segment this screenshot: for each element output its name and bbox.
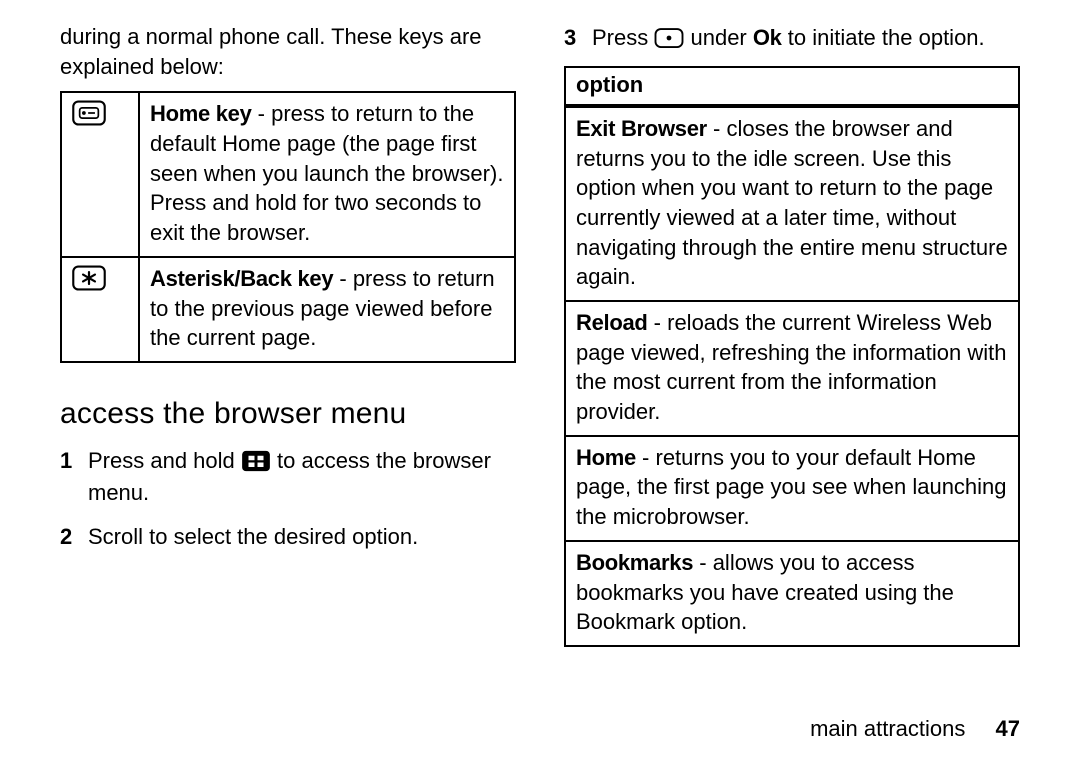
page-number: 47 <box>996 716 1020 741</box>
key-label: Home key <box>150 101 252 126</box>
step-pre: Press and hold <box>88 448 241 473</box>
table-row: Reload - reloads the current Wireless We… <box>565 301 1019 436</box>
option-label: Home <box>576 445 636 470</box>
home-key-icon-cell <box>61 92 139 256</box>
option-label: Reload <box>576 310 648 335</box>
page-footer: main attractions 47 <box>810 716 1020 742</box>
step-number: 3 <box>564 22 592 54</box>
home-key-desc: Home key - press to return to the defaul… <box>139 92 515 256</box>
table-row: Asterisk/Back key - press to return to t… <box>61 257 515 362</box>
left-column: during a normal phone call. These keys a… <box>60 22 516 647</box>
menu-key-icon <box>241 449 271 473</box>
table-row: Exit Browser - closes the browser and re… <box>565 106 1019 301</box>
asterisk-key-icon <box>72 265 106 291</box>
intro-text: during a normal phone call. These keys a… <box>60 22 516 81</box>
key-label: Asterisk/Back key <box>150 266 333 291</box>
softkey-icon <box>654 27 684 49</box>
key-descriptions-table: Home key - press to return to the defaul… <box>60 91 516 363</box>
step-text: Press under Ok to initiate the option. <box>592 22 1020 54</box>
ok-label: Ok <box>753 25 782 50</box>
list-item: 1 Press and hold to access the browser m… <box>60 445 516 509</box>
option-label: Bookmarks <box>576 550 693 575</box>
option-label: Exit Browser <box>576 116 707 141</box>
section-heading: access the browser menu <box>60 397 516 431</box>
list-item: 3 Press under Ok to initiate the option. <box>564 22 1020 54</box>
step-pre: Press <box>592 25 654 50</box>
steps-list: 1 Press and hold to access the browser m… <box>60 445 516 553</box>
step-text: Press and hold to access the browser men… <box>88 445 516 509</box>
table-header-row: option <box>565 67 1019 106</box>
option-cell: Bookmarks - allows you to access bookmar… <box>565 541 1019 646</box>
steps-list-continued: 3 Press under Ok to initiate the option. <box>564 22 1020 54</box>
step-mid: under <box>690 25 752 50</box>
step-number: 1 <box>60 445 88 509</box>
options-table: option Exit Browser - closes the browser… <box>564 66 1020 647</box>
asterisk-key-icon-cell <box>61 257 139 362</box>
home-key-icon <box>72 100 106 126</box>
right-column: 3 Press under Ok to initiate the option.… <box>564 22 1020 647</box>
option-desc: - returns you to your default Home page,… <box>576 445 1007 529</box>
step-post: to initiate the option. <box>782 25 985 50</box>
asterisk-key-desc: Asterisk/Back key - press to return to t… <box>139 257 515 362</box>
list-item: 2 Scroll to select the desired option. <box>60 521 516 553</box>
option-desc: - closes the browser and returns you to … <box>576 116 1008 289</box>
manual-page: during a normal phone call. These keys a… <box>0 0 1080 766</box>
option-header: option <box>565 67 1019 106</box>
step-text: Scroll to select the desired option. <box>88 521 516 553</box>
option-cell: Reload - reloads the current Wireless We… <box>565 301 1019 436</box>
table-row: Home - returns you to your default Home … <box>565 436 1019 541</box>
option-cell: Exit Browser - closes the browser and re… <box>565 106 1019 301</box>
footer-section: main attractions <box>810 716 965 741</box>
option-cell: Home - returns you to your default Home … <box>565 436 1019 541</box>
table-row: Bookmarks - allows you to access bookmar… <box>565 541 1019 646</box>
table-row: Home key - press to return to the defaul… <box>61 92 515 256</box>
step-number: 2 <box>60 521 88 553</box>
